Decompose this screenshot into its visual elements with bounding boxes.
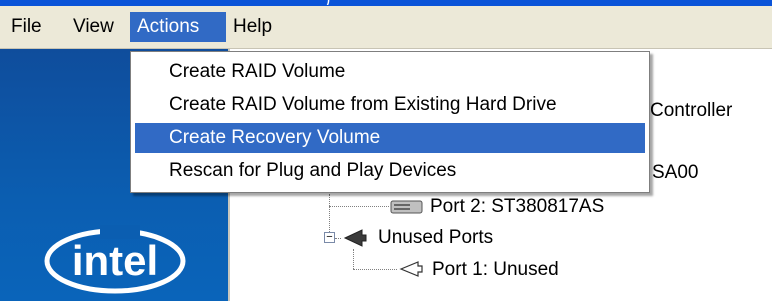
tree-connector xyxy=(329,194,330,206)
tree-unused-ports-label[interactable]: Unused Ports xyxy=(378,227,493,249)
tree-expander-button[interactable]: − xyxy=(324,232,335,243)
hard-drive-icon xyxy=(390,200,423,214)
menu-file[interactable]: File xyxy=(4,12,49,42)
menu-item-create-raid-volume[interactable]: Create RAID Volume xyxy=(135,57,645,87)
menu-help[interactable]: Help xyxy=(226,12,279,42)
port-connector-icon xyxy=(399,261,423,277)
tree-connector xyxy=(335,238,341,239)
tree-device-label[interactable]: SA00 xyxy=(652,162,698,184)
tree-connector xyxy=(329,206,389,207)
tree-controller-label[interactable]: Controller xyxy=(650,100,732,122)
menu-item-rescan-devices[interactable]: Rescan for Plug and Play Devices xyxy=(135,156,645,186)
menu-bar: File View Actions Help xyxy=(0,6,772,49)
menu-item-create-raid-from-existing[interactable]: Create RAID Volume from Existing Hard Dr… xyxy=(135,90,645,120)
tree-connector xyxy=(353,249,354,269)
menu-view[interactable]: View xyxy=(66,12,121,42)
intel-logo-text: intel xyxy=(72,237,158,284)
menu-item-create-recovery-volume[interactable]: Create Recovery Volume xyxy=(135,123,645,153)
sata-port-icon xyxy=(343,229,367,247)
window-title-fragment: ) xyxy=(325,0,425,5)
tree-port1-label[interactable]: Port 1: Unused xyxy=(432,259,559,281)
menu-actions[interactable]: Actions xyxy=(130,12,226,42)
intel-logo: intel xyxy=(44,225,186,294)
tree-port2-label[interactable]: Port 2: ST380817AS xyxy=(430,196,604,218)
actions-dropdown-menu: Create RAID Volume Create RAID Volume fr… xyxy=(130,51,650,193)
tree-connector xyxy=(353,269,397,270)
